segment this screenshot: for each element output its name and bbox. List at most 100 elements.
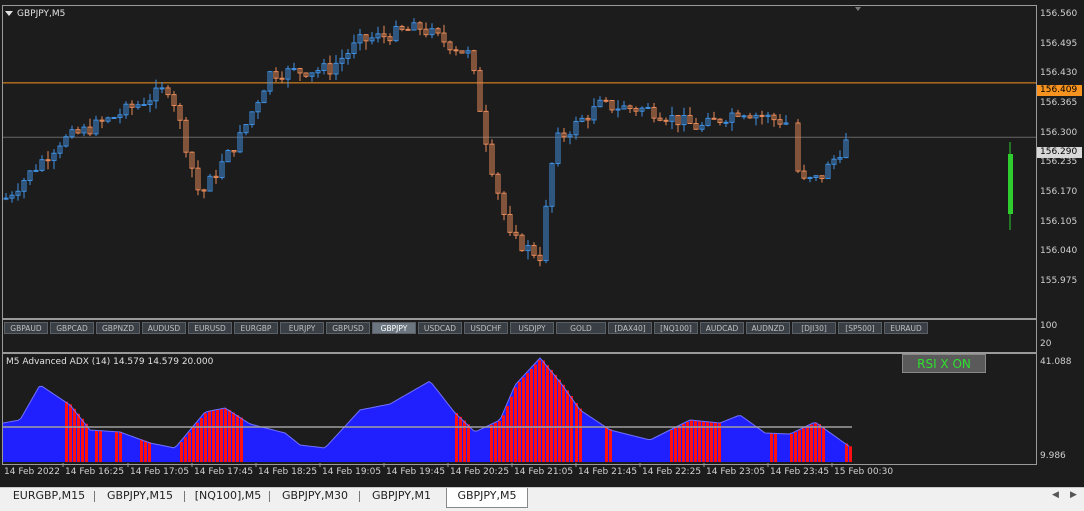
price-tick: 156.560	[1040, 9, 1078, 19]
candle-body	[33, 169, 39, 172]
chart-tab-gbpjpy-m30[interactable]: GBPJPY,M30	[273, 488, 357, 506]
candle-body	[291, 68, 297, 71]
adx-red-bar	[510, 396, 513, 462]
time-label: 14 Feb 22:25	[642, 467, 702, 477]
adx-red-bar	[196, 422, 199, 462]
adx-red-bar	[534, 364, 537, 462]
symbol-button-eurjpy[interactable]: EURJPY	[280, 322, 324, 334]
adx-red-bar	[204, 413, 207, 462]
indicator-tick: 9.986	[1040, 451, 1066, 461]
adx-red-bar	[609, 429, 612, 462]
adx-red-bar	[180, 442, 183, 462]
symbol-button-audusd[interactable]: AUDUSD	[142, 322, 186, 334]
adx-red-bar	[119, 431, 122, 462]
chart-menu-triangle-icon[interactable]	[5, 11, 13, 16]
time-label: 14 Feb 19:45	[386, 467, 446, 477]
symbol-button-sp500[interactable]: [SP500]	[838, 322, 882, 334]
adx-red-bar	[455, 413, 458, 462]
indicator-tick: 41.088	[1040, 357, 1072, 367]
adx-red-bar	[718, 422, 721, 462]
chart-tab-eurgbp-m15[interactable]: EURGBP,M15	[6, 488, 92, 506]
adx-red-bar	[710, 422, 713, 462]
time-label: 14 Feb 21:05	[514, 467, 574, 477]
candle-body	[111, 117, 117, 120]
rsi-toggle-button[interactable]: RSI X ON	[902, 354, 986, 373]
time-label: 14 Feb 20:25	[450, 467, 510, 477]
price-tick: 156.430	[1040, 68, 1078, 79]
tab-scroll-right-icon[interactable]: ▶	[1070, 490, 1077, 500]
adx-red-bar	[69, 404, 72, 462]
adx-red-bar	[518, 381, 521, 462]
symbol-button-gbpaud[interactable]: GBPAUD	[4, 322, 48, 334]
symbol-bar: GBPAUD GBPCAD GBPNZD AUDUSD EURUSD EURGBP EURJ…	[4, 322, 928, 334]
symbol-button-usdchf[interactable]: USDCHF	[464, 322, 508, 334]
adx-red-bar	[77, 413, 80, 462]
price-tick: 156.235	[1040, 157, 1078, 168]
adx-red-bar	[220, 409, 223, 462]
symbol-button-usdcad[interactable]: USDCAD	[418, 322, 462, 334]
adx-red-bar	[554, 374, 557, 462]
time-label: 14 Feb 19:05	[322, 467, 382, 477]
adx-red-bar	[802, 428, 805, 462]
adx-red-bar	[240, 417, 243, 462]
chart-tab-gbpjpy-m15[interactable]: GBPJPY,M15	[98, 488, 182, 506]
adx-red-bar	[115, 431, 118, 462]
adx-red-bar	[798, 430, 801, 462]
adx-red-bar	[714, 422, 717, 462]
symbol-button-dax40[interactable]: [DAX40]	[608, 322, 652, 334]
adx-red-bar	[774, 433, 777, 462]
adx-red-bar	[73, 408, 76, 462]
tab-separator	[359, 491, 360, 502]
small-panel-tick: 100	[1040, 321, 1058, 331]
adx-red-bar	[818, 424, 821, 462]
tab-separator	[94, 491, 95, 502]
adx-red-bar	[228, 409, 231, 462]
symbol-button-gbpcad[interactable]: GBPCAD	[50, 322, 94, 334]
symbol-button-eurgbp[interactable]: EURGBP	[234, 322, 278, 334]
adx-red-bar	[814, 422, 817, 462]
adx-red-bar	[822, 427, 825, 462]
price-tick: 156.170	[1040, 187, 1078, 197]
symbol-button-gbpnzd[interactable]: GBPNZD	[96, 322, 140, 334]
time-label: 14 Feb 21:45	[578, 467, 638, 477]
candle-body	[603, 99, 609, 102]
adx-red-bar	[579, 408, 582, 462]
adx-red-bar	[95, 430, 98, 462]
candle-body	[645, 106, 651, 109]
symbol-button-gold[interactable]: GOLD	[556, 322, 606, 334]
adx-red-bar	[558, 379, 561, 462]
adx-red-bar	[144, 440, 147, 462]
adx-red-bar	[845, 443, 848, 462]
adx-red-bar	[224, 408, 227, 462]
symbol-button-audnzd[interactable]: AUDNZD	[746, 322, 790, 334]
symbol-button-gbpjpy[interactable]: GBPJPY	[372, 322, 416, 334]
adx-red-bar	[232, 412, 235, 462]
adx-red-bar	[526, 373, 529, 462]
time-label: 14 Feb 17:05	[130, 467, 190, 477]
adx-red-bar	[85, 423, 88, 462]
symbol-button-gbpusd[interactable]: GBPUSD	[326, 322, 370, 334]
candle-body	[741, 115, 747, 118]
adx-red-bar	[188, 432, 191, 462]
tab-scroll-left-icon[interactable]: ◀	[1052, 490, 1059, 500]
price-tick: 155.975	[1040, 276, 1078, 286]
chart-tab--nq100-m5[interactable]: [NQ100],M5	[188, 488, 268, 506]
symbol-button-eurusd[interactable]: EURUSD	[188, 322, 232, 334]
time-label: 14 Feb 18:25	[258, 467, 318, 477]
adx-red-bar	[810, 424, 813, 462]
adx-red-bar	[849, 446, 852, 462]
candle-body	[141, 103, 147, 106]
chart-tab-gbpjpy-m1[interactable]: GBPJPY,M1	[363, 488, 440, 506]
adx-red-bar	[605, 426, 608, 462]
chart-canvas	[2, 7, 1036, 467]
symbol-button-euraud[interactable]: EURAUD	[884, 322, 928, 334]
symbol-button-nq100[interactable]: [NQ100]	[654, 322, 698, 334]
time-label: 14 Feb 2022	[4, 467, 61, 477]
symbol-button-usdjpy[interactable]: USDJPY	[510, 322, 554, 334]
adx-red-bar	[212, 410, 215, 462]
adx-area	[3, 358, 850, 462]
symbol-button-dji30[interactable]: [DJI30]	[792, 322, 836, 334]
chart-tab-gbpjpy-m5[interactable]: GBPJPY,M5	[446, 488, 528, 508]
symbol-button-audcad[interactable]: AUDCAD	[700, 322, 744, 334]
tab-separator	[269, 491, 270, 502]
